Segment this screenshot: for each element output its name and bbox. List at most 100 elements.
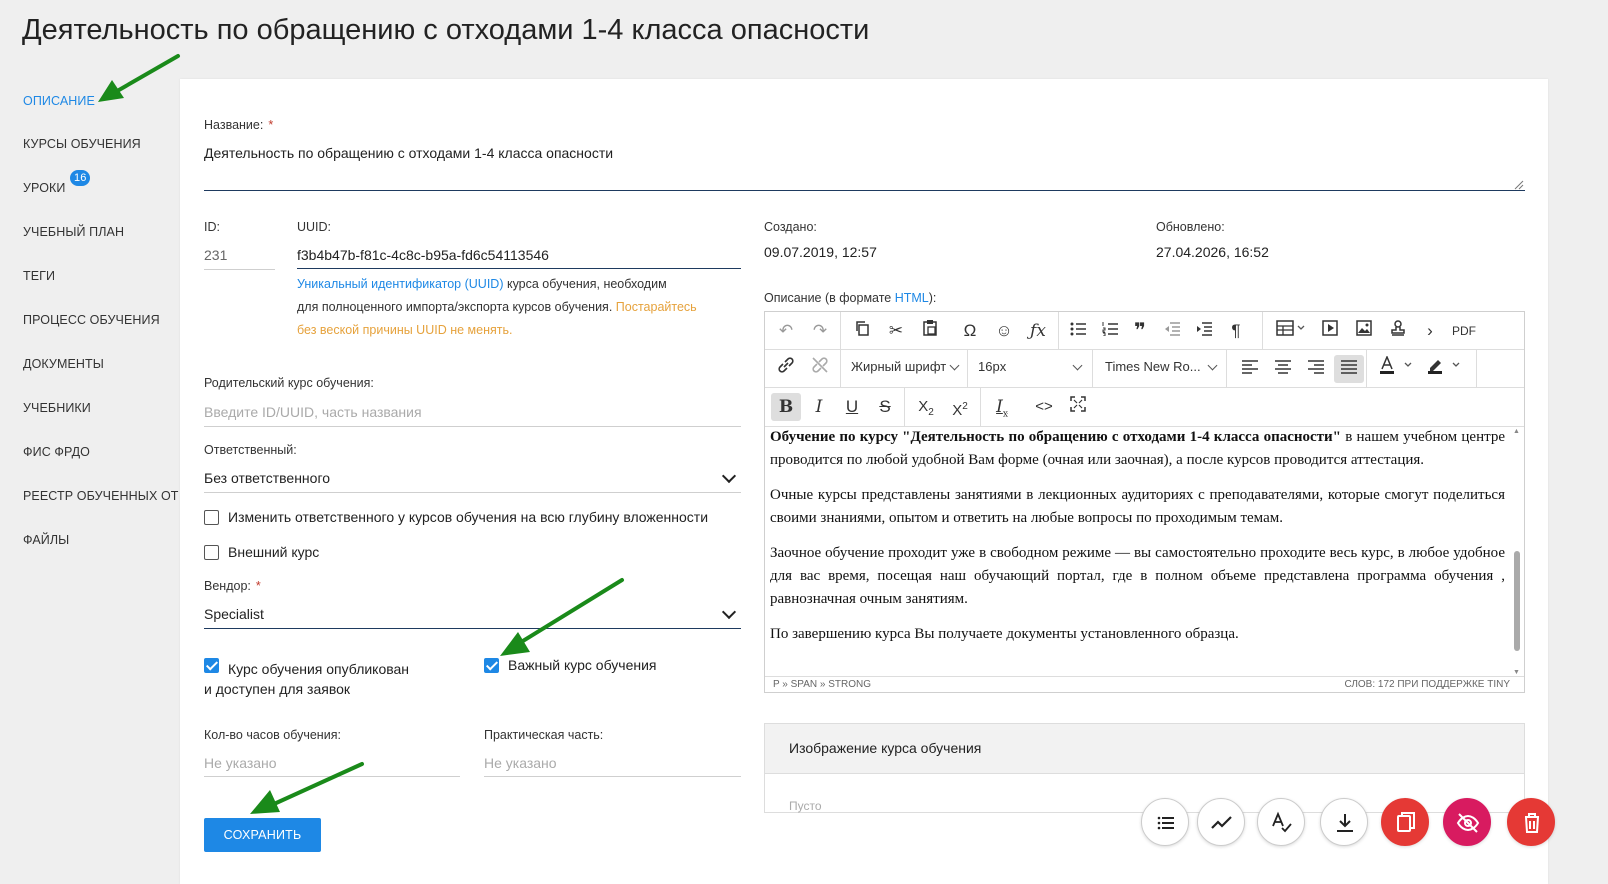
scroll-down-icon[interactable]: ▼ [1513, 669, 1520, 676]
rich-text-editor[interactable]: ↶ ↷ ✂ Ω ☺ ƒx ❞ ¶ › PDF Жирный шрифт 16px… [764, 311, 1525, 693]
uuid-label: UUID: [297, 220, 332, 234]
align-left-icon[interactable] [1235, 355, 1265, 383]
vendor-select[interactable]: Specialist [204, 606, 264, 622]
sidebar-item-fis-frdo[interactable]: ФИС ФРДО [23, 445, 90, 459]
formula-icon[interactable]: ƒx [1023, 317, 1053, 345]
blockquote-icon[interactable]: ❞ [1125, 317, 1155, 345]
image-icon[interactable] [1349, 317, 1379, 345]
name-input[interactable]: Деятельность по обращению с отходами 1-4… [204, 145, 613, 161]
text-color-icon[interactable] [1375, 355, 1421, 383]
media-icon[interactable] [1315, 317, 1345, 345]
unlink-icon[interactable] [805, 355, 835, 383]
link-icon[interactable] [771, 355, 801, 383]
undo-icon[interactable]: ↶ [771, 317, 801, 345]
paragraph-icon[interactable]: ¶ [1221, 317, 1251, 345]
font-weight-select[interactable]: Жирный шрифт [851, 359, 946, 374]
external-course-label: Внешний курс [228, 544, 320, 560]
uuid-hint: Уникальный идентификатор (UUID) курса об… [297, 277, 697, 337]
sidebar-item-files[interactable]: ФАЙЛЫ [23, 533, 69, 547]
created-label: Создано: [764, 220, 817, 234]
hide-course-button[interactable] [1443, 798, 1491, 846]
chevron-down-icon[interactable] [1207, 360, 1218, 371]
omega-icon[interactable]: Ω [955, 317, 985, 345]
numbered-list-icon[interactable] [1095, 317, 1125, 345]
code-icon[interactable]: <> [1029, 393, 1059, 421]
parent-input[interactable]: Введите ID/UUID, часть названия [204, 404, 422, 420]
indent-icon[interactable] [1189, 317, 1219, 345]
pdf-button[interactable]: PDF [1449, 317, 1479, 345]
external-course-checkbox[interactable] [204, 545, 219, 560]
uuid-input[interactable]: f3b4b47b-f81c-4c8c-b95a-fd6c54113546 [297, 247, 549, 263]
element-path[interactable]: P » SPAN » STRONG [773, 677, 871, 692]
published-label-line2: и доступен для заявок [204, 681, 351, 697]
superscript-icon[interactable]: X2 [945, 393, 975, 421]
chevron-right-icon[interactable]: › [1415, 317, 1445, 345]
table-icon[interactable] [1271, 317, 1311, 345]
font-size-select[interactable]: 16px [978, 359, 1006, 374]
stamp-icon[interactable] [1383, 317, 1413, 345]
chevron-down-icon[interactable] [949, 360, 960, 371]
sidebar-item-textbooks[interactable]: УЧЕБНИКИ [23, 401, 91, 415]
sidebar-item-courses[interactable]: КУРСЫ ОБУЧЕНИЯ [23, 137, 141, 151]
resize-handle-icon[interactable] [1514, 180, 1524, 190]
editor-content[interactable]: Обучение по курсу "Деятельность по обращ… [765, 426, 1510, 678]
statistics-button[interactable] [1197, 798, 1245, 846]
sidebar-item-documents[interactable]: ДОКУМЕНТЫ [23, 357, 104, 371]
align-right-icon[interactable] [1301, 355, 1331, 383]
course-image-empty: Пусто [789, 799, 822, 813]
scrollbar-thumb[interactable] [1514, 551, 1520, 651]
published-checkbox[interactable] [204, 658, 219, 673]
annotation-arrow [250, 762, 364, 814]
save-button[interactable]: СОХРАНИТЬ [204, 818, 321, 852]
parent-label: Родительский курс обучения: [204, 376, 374, 390]
cut-icon[interactable]: ✂ [881, 317, 911, 345]
bold-icon[interactable]: B [771, 393, 801, 421]
paste-icon[interactable] [915, 317, 945, 345]
hours-label: Кол-во часов обучения: [204, 728, 341, 742]
fullscreen-icon[interactable] [1063, 393, 1093, 421]
italic-icon[interactable]: I [804, 393, 834, 421]
font-family-select[interactable]: Times New Ro... [1105, 359, 1201, 374]
change-responsible-label: Изменить ответственного у курсов обучени… [228, 509, 709, 525]
scroll-up-icon[interactable]: ▲ [1513, 428, 1520, 435]
responsible-label: Ответственный: [204, 443, 297, 457]
uuid-help-link[interactable]: Уникальный идентификатор (UUID) [297, 277, 503, 291]
align-center-icon[interactable] [1268, 355, 1298, 383]
bullet-list-icon[interactable] [1063, 317, 1093, 345]
chevron-down-icon[interactable] [1072, 360, 1083, 371]
sidebar-item-trained-registry[interactable]: РЕЕСТР ОБУЧЕННЫХ ОТ [23, 489, 179, 503]
sidebar-item-tags[interactable]: ТЕГИ [23, 269, 55, 283]
outdent-icon[interactable] [1157, 317, 1187, 345]
underline-icon[interactable]: U [837, 393, 867, 421]
list-view-button[interactable] [1141, 798, 1189, 846]
id-value: 231 [204, 247, 228, 263]
download-button[interactable] [1320, 798, 1368, 846]
emoji-icon[interactable]: ☺ [989, 317, 1019, 345]
redo-icon[interactable]: ↷ [805, 317, 835, 345]
align-justify-icon[interactable] [1334, 355, 1364, 383]
strikethrough-icon[interactable]: S [870, 393, 900, 421]
sidebar-item-curriculum[interactable]: УЧЕБНЫЙ ПЛАН [23, 225, 124, 239]
practice-input[interactable]: Не указано [484, 755, 557, 771]
toolbar-row-3: B I U S X2 X2 Ix <> [765, 388, 1524, 426]
editor-scrollbar[interactable]: ▲ ▼ [1511, 426, 1523, 678]
highlight-color-icon[interactable] [1423, 355, 1469, 383]
responsible-select[interactable]: Без ответственного [204, 470, 330, 486]
subscript-icon[interactable]: X2 [911, 393, 941, 421]
sidebar-item-description[interactable]: ОПИСАНИЕ [23, 94, 95, 108]
spellcheck-button[interactable] [1257, 798, 1305, 846]
annotation-arrow [98, 54, 180, 102]
practice-underline [484, 776, 741, 777]
id-underline [204, 269, 275, 270]
copy-icon[interactable] [847, 317, 877, 345]
delete-course-button[interactable] [1507, 798, 1555, 846]
sidebar-item-learning-process[interactable]: ПРОЦЕСС ОБУЧЕНИЯ [23, 313, 160, 327]
copy-course-button[interactable] [1381, 798, 1429, 846]
uuid-underline [297, 268, 741, 269]
clear-format-icon[interactable]: Ix [987, 393, 1017, 421]
change-responsible-checkbox[interactable] [204, 510, 219, 525]
sidebar-item-lessons[interactable]: УРОКИ 16 [23, 170, 91, 195]
responsible-underline [204, 492, 741, 493]
page-title: Деятельность по обращению с отходами 1-4… [22, 14, 870, 46]
course-image-title: Изображение курса обучения [789, 740, 982, 756]
